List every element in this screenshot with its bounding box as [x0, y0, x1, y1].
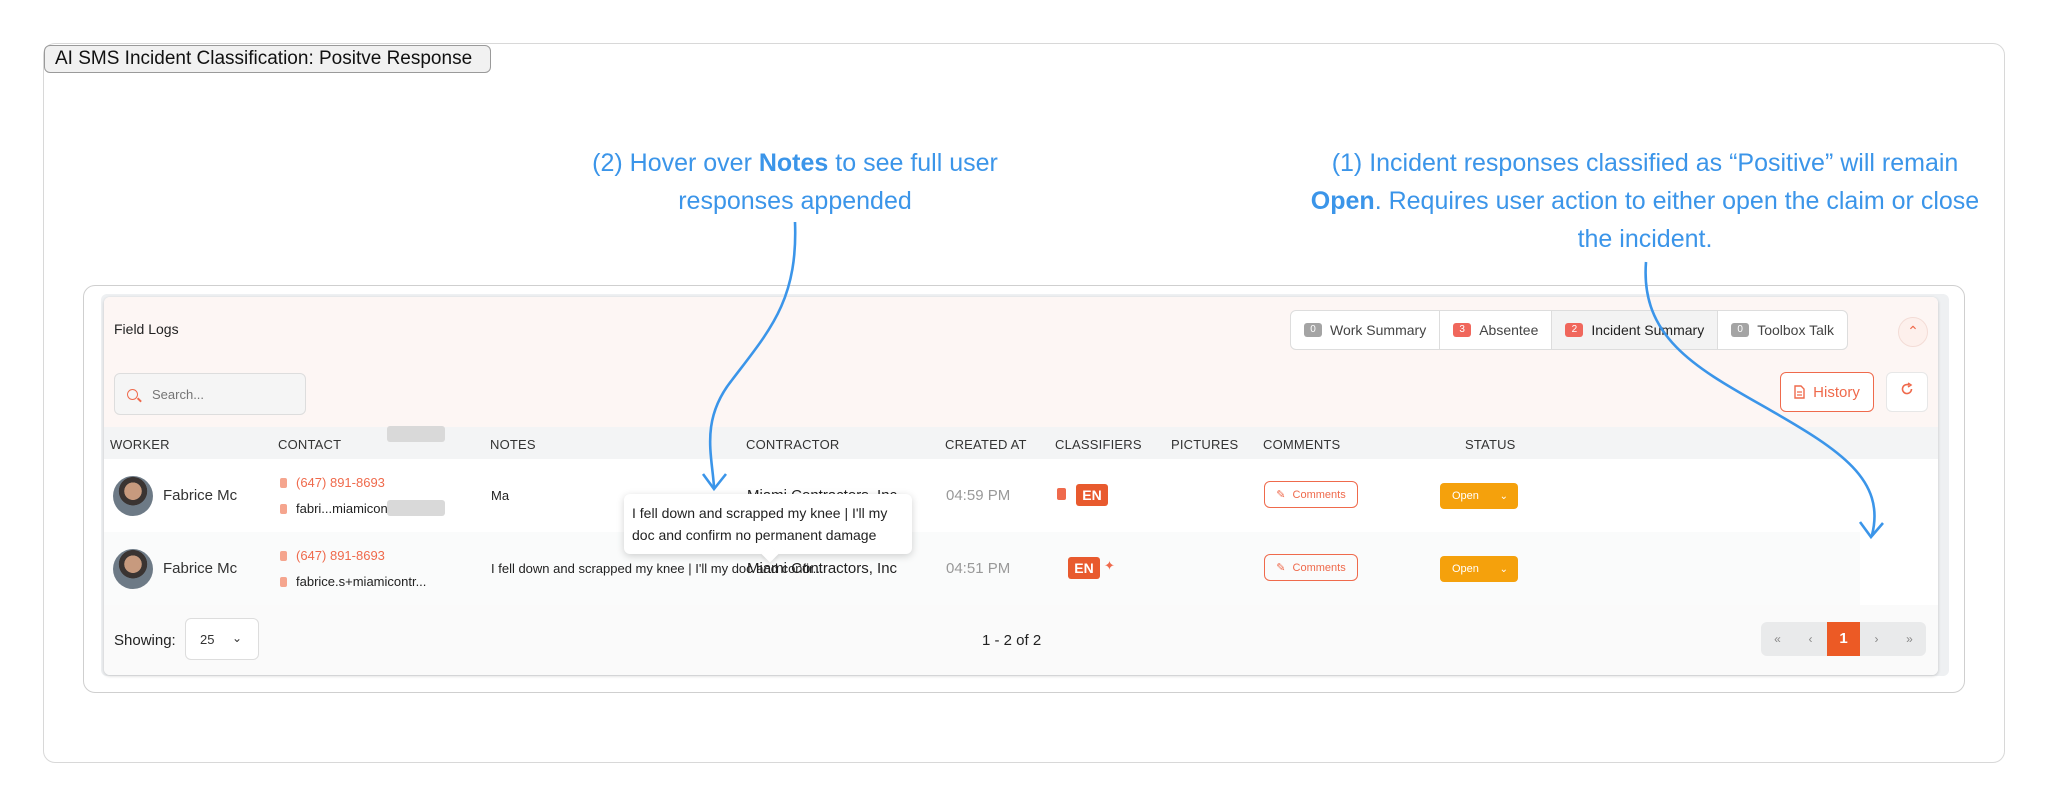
arrow-to-notes	[708, 221, 797, 488]
arrow-to-status	[1644, 261, 1876, 536]
arrow-head	[1858, 521, 1884, 540]
annotation-arrows	[701, 221, 1884, 540]
